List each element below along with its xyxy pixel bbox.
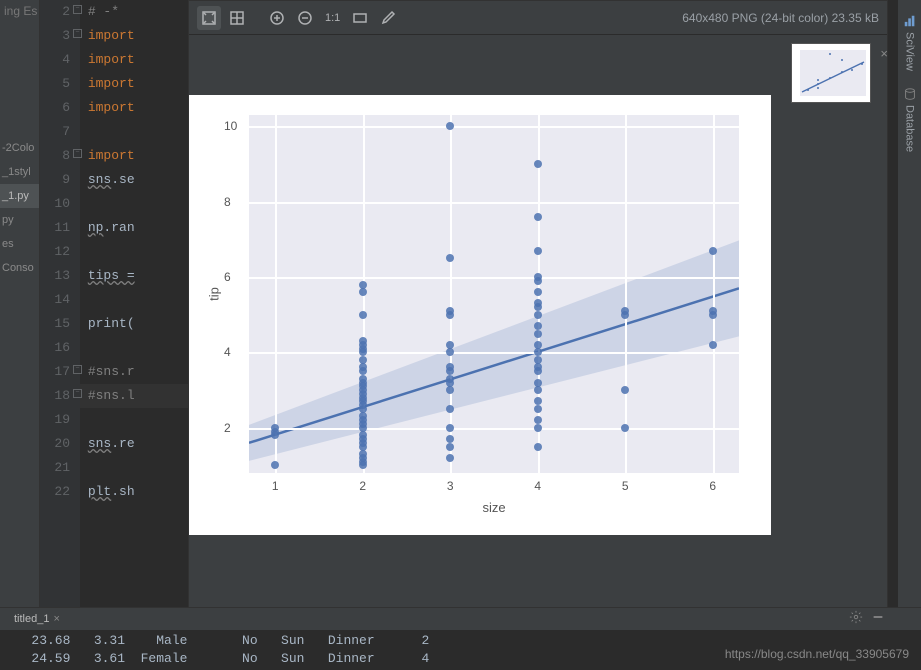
code-editor[interactable]: 2−3−45678−91011121314151617−18−19202122 … [40,0,195,667]
gear-icon[interactable] [849,610,863,627]
file-tab[interactable]: _1styl [0,160,39,184]
file-tab[interactable]: es [0,232,39,256]
color-picker-icon[interactable] [376,6,400,30]
chart-icon [903,14,917,28]
bottom-tab-bar: titled_1 × [0,608,921,630]
file-tab-active[interactable]: _1.py [0,184,39,208]
console-tab-label: titled_1 [14,613,49,625]
console-tab[interactable]: titled_1 × [6,611,68,627]
sciview-tab[interactable]: SciView [901,6,919,79]
file-tab[interactable]: py [0,208,39,232]
file-tabs-sidebar: ing Es -2Colo _1styl _1.py py es Conso [0,0,40,667]
plot-image[interactable]: 123456246810sizetip [189,95,771,535]
database-tab-label: Database [904,105,916,152]
zoom-ratio-label[interactable]: 1:1 [325,12,340,24]
watermark: https://blog.csdn.net/qq_33905679 [725,647,909,661]
minimize-icon[interactable] [871,610,885,627]
thumbnail-strip: × [791,43,875,103]
sciview-panel: 1:1 640x480 PNG (24-bit color) 23.35 kB … [188,0,888,623]
line-gutter: 2−3−45678−91011121314151617−18−19202122 [40,0,80,667]
image-info: 640x480 PNG (24-bit color) 23.35 kB [682,11,879,25]
code-text[interactable]: # -* import import import import import … [80,0,195,667]
fit-screen-icon[interactable] [197,6,221,30]
database-tab[interactable]: Database [901,79,919,160]
right-tool-rail: SciView Database [897,0,921,667]
zoom-out-icon[interactable] [293,6,317,30]
zoom-in-icon[interactable] [265,6,289,30]
actual-size-icon[interactable] [348,6,372,30]
file-tab[interactable]: -2Colo [0,136,39,160]
breadcrumb: ing Es [0,2,41,20]
close-icon[interactable]: × [53,613,59,625]
plot-thumbnail[interactable]: × [791,43,871,103]
sciview-tab-label: SciView [904,32,916,71]
sciview-body: 123456246810sizetip × [189,35,887,622]
plot-axes: 123456246810sizetip [249,115,739,473]
close-icon[interactable]: × [880,46,888,61]
grid-icon[interactable] [225,6,249,30]
database-icon [903,87,917,101]
file-tab[interactable]: Conso [0,256,39,280]
sciview-toolbar: 1:1 640x480 PNG (24-bit color) 23.35 kB [189,1,887,35]
